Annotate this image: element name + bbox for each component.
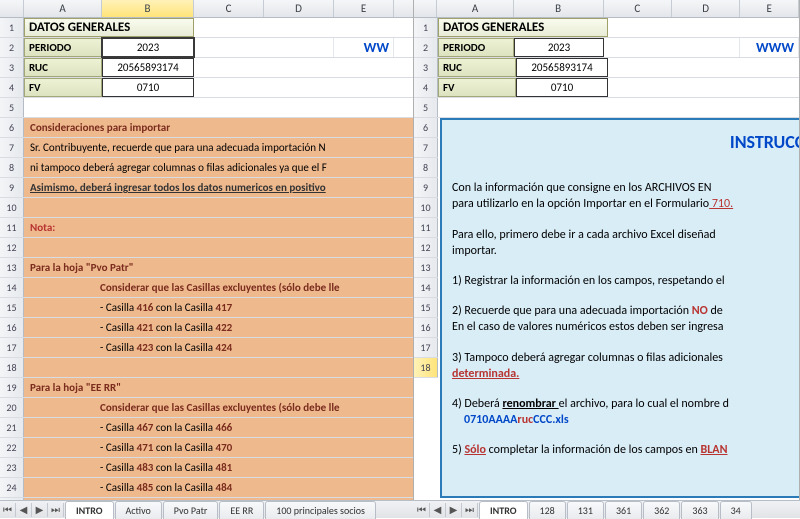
tab-100-socios[interactable]: 100 principales socios (265, 501, 376, 519)
title-cell[interactable]: DATOS GENERALES (438, 18, 608, 37)
col-d[interactable]: D (264, 0, 334, 17)
rowh[interactable]: 2 (0, 38, 24, 57)
fv-label[interactable]: FV (24, 78, 102, 97)
tab-last-icon[interactable]: ⏭ (462, 503, 478, 517)
ruc-label[interactable]: RUC (24, 58, 102, 77)
grid-right: 1 DATOS GENERALES 2 PERIODO 2023 WWW 3 R… (414, 18, 799, 118)
sheet-tabs-left: ⏮ ◀ ▶ ⏭ INTRO Activo Pvo Patr EE RR 100 … (0, 500, 414, 518)
col-e[interactable]: E (334, 0, 394, 17)
periodo-value[interactable]: 2023 (102, 38, 194, 57)
tab-activo[interactable]: Activo (115, 501, 162, 519)
col-headers-right: A B C D E (414, 0, 799, 18)
rowh[interactable]: 1 (0, 18, 24, 37)
tab-prev-icon[interactable]: ◀ (430, 503, 446, 517)
tab-prev-icon[interactable]: ◀ (16, 503, 32, 517)
tab-34[interactable]: 34 (720, 501, 752, 519)
corner[interactable] (0, 0, 24, 17)
grid-left: 1 DATOS GENERALES 2 PERIODO 2023 WW 3 RU… (0, 18, 413, 500)
tab-next-icon[interactable]: ▶ (32, 503, 48, 517)
tab-363[interactable]: 363 (681, 501, 718, 519)
col-headers-left: A B C D E (0, 0, 413, 18)
rowh[interactable]: 3 (0, 58, 24, 77)
tab-intro[interactable]: INTRO (479, 501, 528, 519)
title-cell[interactable]: DATOS GENERALES (24, 18, 194, 37)
ruc-value[interactable]: 20565893174 (102, 58, 194, 77)
tab-first-icon[interactable]: ⏮ (0, 503, 16, 517)
col-c[interactable]: C (194, 0, 264, 17)
www-link[interactable]: WWW (740, 38, 799, 57)
tab-361[interactable]: 361 (605, 501, 642, 519)
tab-next-icon[interactable]: ▶ (446, 503, 462, 517)
tab-pvo-patr[interactable]: Pvo Patr (163, 501, 219, 519)
tab-128[interactable]: 128 (529, 501, 566, 519)
periodo-label[interactable]: PERIODO (24, 38, 102, 57)
col-a[interactable]: A (24, 0, 102, 17)
tab-last-icon[interactable]: ⏭ (48, 503, 64, 517)
instruction-box: INSTRUCCI Con la información que consign… (440, 118, 800, 498)
text: Consideraciones para importar (30, 121, 170, 134)
right-pane: A B C D E 1 DATOS GENERALES 2 PERIODO 20… (414, 0, 800, 500)
tab-ee-rr[interactable]: EE RR (219, 501, 264, 519)
www-link[interactable]: WW (334, 38, 394, 57)
col-b[interactable]: B (102, 0, 194, 17)
rowh[interactable]: 4 (0, 78, 24, 97)
tab-intro[interactable]: INTRO (65, 501, 114, 519)
instr-heading: INSTRUCCI (452, 120, 800, 160)
left-pane: A B C D E 1 DATOS GENERALES 2 PERIODO 20… (0, 0, 414, 500)
tab-131[interactable]: 131 (567, 501, 604, 519)
fv-value[interactable]: 0710 (102, 78, 194, 97)
sheet-tabs-right: ⏮ ◀ ▶ ⏭ INTRO 128 131 361 362 363 34 (414, 500, 800, 518)
text: Sr. Contribuyente, recuerde que para una… (30, 141, 326, 154)
tab-362[interactable]: 362 (643, 501, 680, 519)
tab-first-icon[interactable]: ⏮ (414, 503, 430, 517)
